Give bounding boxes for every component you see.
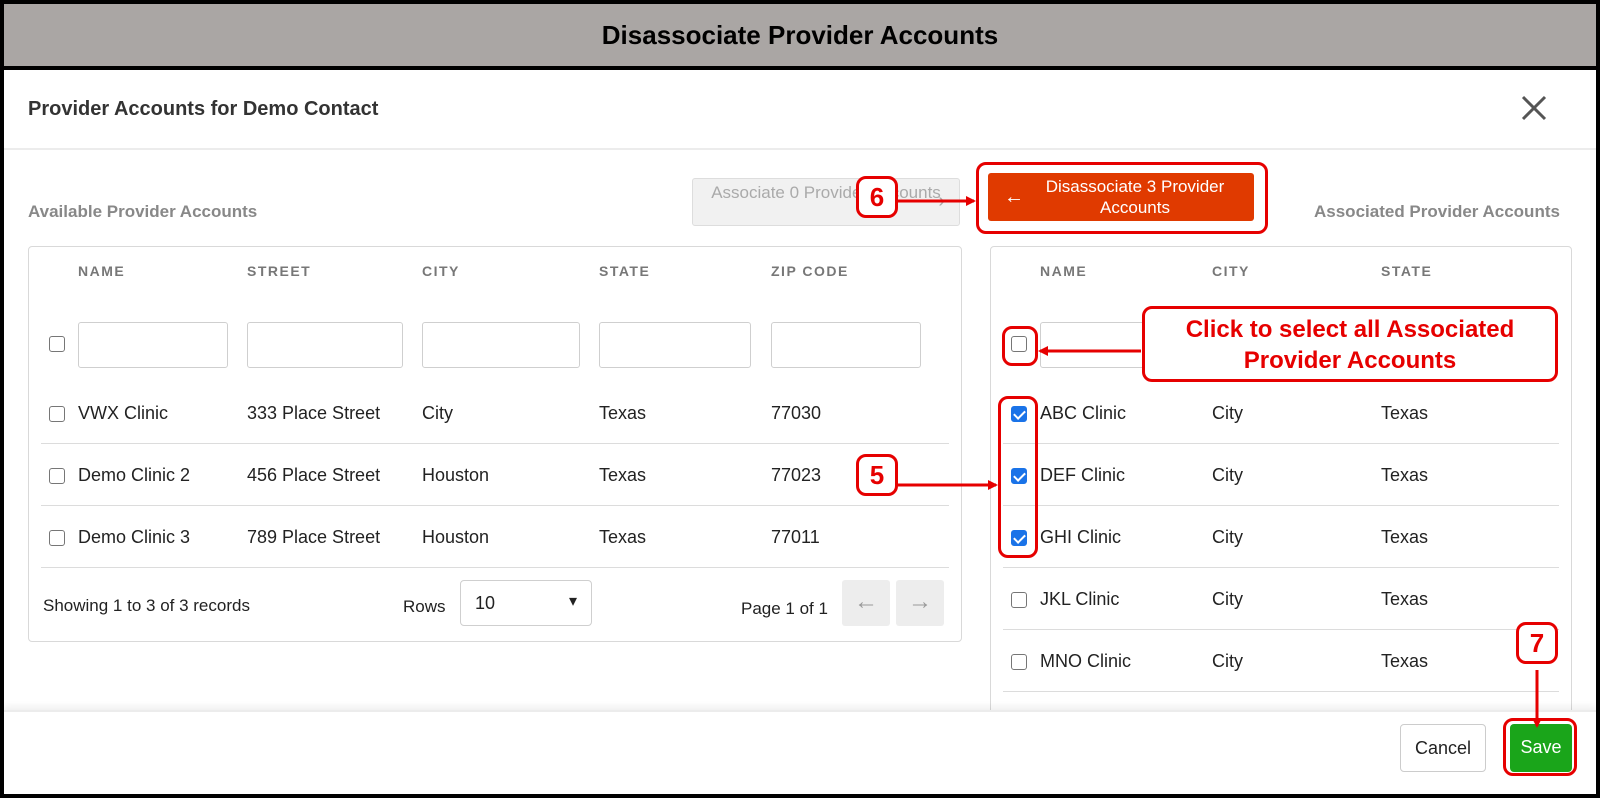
cell-name: Demo Clinic 3 <box>78 527 191 547</box>
cell-city: Houston <box>422 465 490 485</box>
available-label: Available Provider Accounts <box>28 202 258 221</box>
cell-city: City <box>1212 651 1243 671</box>
col-header-state: STATE <box>1381 263 1433 279</box>
cell-city: City <box>1212 465 1243 485</box>
filter-name-input[interactable] <box>78 322 228 368</box>
row-divider <box>41 567 949 568</box>
cell-state: Texas <box>1381 589 1429 609</box>
highlight-select-all <box>1002 326 1038 366</box>
row-divider <box>1003 567 1559 568</box>
annotation-badge-5: 5 <box>856 454 898 496</box>
cell-city: City <box>1212 403 1243 423</box>
row-checkbox[interactable] <box>49 406 65 422</box>
chevron-down-icon: ▾ <box>568 593 577 610</box>
modal-header: Provider Accounts for Demo Contact <box>4 70 1596 150</box>
arrow-left-icon: ← <box>854 588 878 615</box>
next-page-button[interactable]: → <box>896 580 944 626</box>
annotation-badge-7: 7 <box>1516 622 1558 664</box>
close-icon[interactable] <box>1516 90 1552 126</box>
cell-state: Texas <box>1381 651 1429 671</box>
select-all-available-checkbox[interactable] <box>49 336 65 352</box>
col-header-city: CITY <box>1212 263 1250 279</box>
row-divider <box>41 505 949 506</box>
modal-footer: Cancel Save <box>4 710 1596 794</box>
cell-zip: 77011 <box>771 527 820 547</box>
cell-city: Houston <box>422 527 490 547</box>
cell-city: City <box>422 403 453 423</box>
row-checkbox[interactable] <box>49 468 65 484</box>
cell-street: 789 Place Street <box>247 527 381 547</box>
associated-label: Associated Provider Accounts <box>1314 202 1560 221</box>
cell-state: Texas <box>599 465 647 485</box>
col-header-state: STATE <box>599 263 651 279</box>
filter-state-input[interactable] <box>599 322 751 368</box>
row-checkbox[interactable] <box>1011 592 1027 608</box>
cell-name: GHI Clinic <box>1040 527 1122 547</box>
cell-state: Texas <box>1381 403 1429 423</box>
cell-state: Texas <box>1381 465 1429 485</box>
cell-name: VWX Clinic <box>78 403 169 423</box>
rows-per-page-value: 10 <box>475 593 496 613</box>
associate-button-label: Associate 0 Provider Accounts <box>711 183 941 202</box>
cell-name: Demo Clinic 2 <box>78 465 191 485</box>
showing-records: Showing 1 to 3 of 3 records <box>43 596 250 615</box>
cell-name: DEF Clinic <box>1040 465 1126 485</box>
cell-zip: 77023 <box>771 465 822 485</box>
col-header-zip: ZIP CODE <box>771 263 849 279</box>
banner: Disassociate Provider Accounts <box>4 4 1596 66</box>
row-divider <box>41 443 949 444</box>
rows-label: Rows <box>403 597 446 616</box>
cell-name: JKL Clinic <box>1040 589 1120 609</box>
col-header-name: NAME <box>78 263 126 279</box>
cell-zip: 77030 <box>771 403 822 423</box>
cell-street: 333 Place Street <box>247 403 381 423</box>
prev-page-button[interactable]: ← <box>842 580 890 626</box>
chevron-right-icon: › <box>938 190 945 212</box>
banner-title: Disassociate Provider Accounts <box>601 19 999 50</box>
highlight-checked-rows <box>998 396 1038 558</box>
cell-state: Texas <box>599 527 647 547</box>
page-info: Page 1 of 1 <box>741 599 828 618</box>
filter-city-input[interactable] <box>422 322 580 368</box>
cell-name: ABC Clinic <box>1040 403 1127 423</box>
row-divider <box>1003 443 1559 444</box>
arrow-right-icon: → <box>908 588 932 615</box>
filter-zip-input[interactable] <box>771 322 921 368</box>
col-header-street: STREET <box>247 263 312 279</box>
annotation-callout: Click to select all Associated Provider … <box>1142 306 1558 382</box>
rows-per-page-select[interactable]: 10 ▾ <box>460 580 592 626</box>
cell-state: Texas <box>599 403 647 423</box>
row-divider <box>1003 691 1559 692</box>
modal-title: Provider Accounts for Demo Contact <box>28 98 379 120</box>
row-divider <box>1003 505 1559 506</box>
cell-state: Texas <box>1381 527 1429 547</box>
filter-street-input[interactable] <box>247 322 403 368</box>
annotation-badge-6: 6 <box>856 176 898 218</box>
row-checkbox[interactable] <box>1011 654 1027 670</box>
cancel-button[interactable]: Cancel <box>1400 724 1486 772</box>
col-header-city: CITY <box>422 263 460 279</box>
cell-name: MNO Clinic <box>1040 651 1132 671</box>
col-header-name: NAME <box>1040 263 1088 279</box>
associate-button[interactable]: Associate 0 Provider Accounts › <box>692 178 960 226</box>
row-checkbox[interactable] <box>49 530 65 546</box>
cell-city: City <box>1212 527 1243 547</box>
row-divider <box>1003 629 1559 630</box>
cell-street: 456 Place Street <box>247 465 381 485</box>
provider-accounts-modal: Provider Accounts for Demo Contact Avail… <box>4 70 1596 794</box>
highlight-disassociate <box>976 162 1268 234</box>
cell-city: City <box>1212 589 1243 609</box>
highlight-save <box>1503 718 1577 776</box>
